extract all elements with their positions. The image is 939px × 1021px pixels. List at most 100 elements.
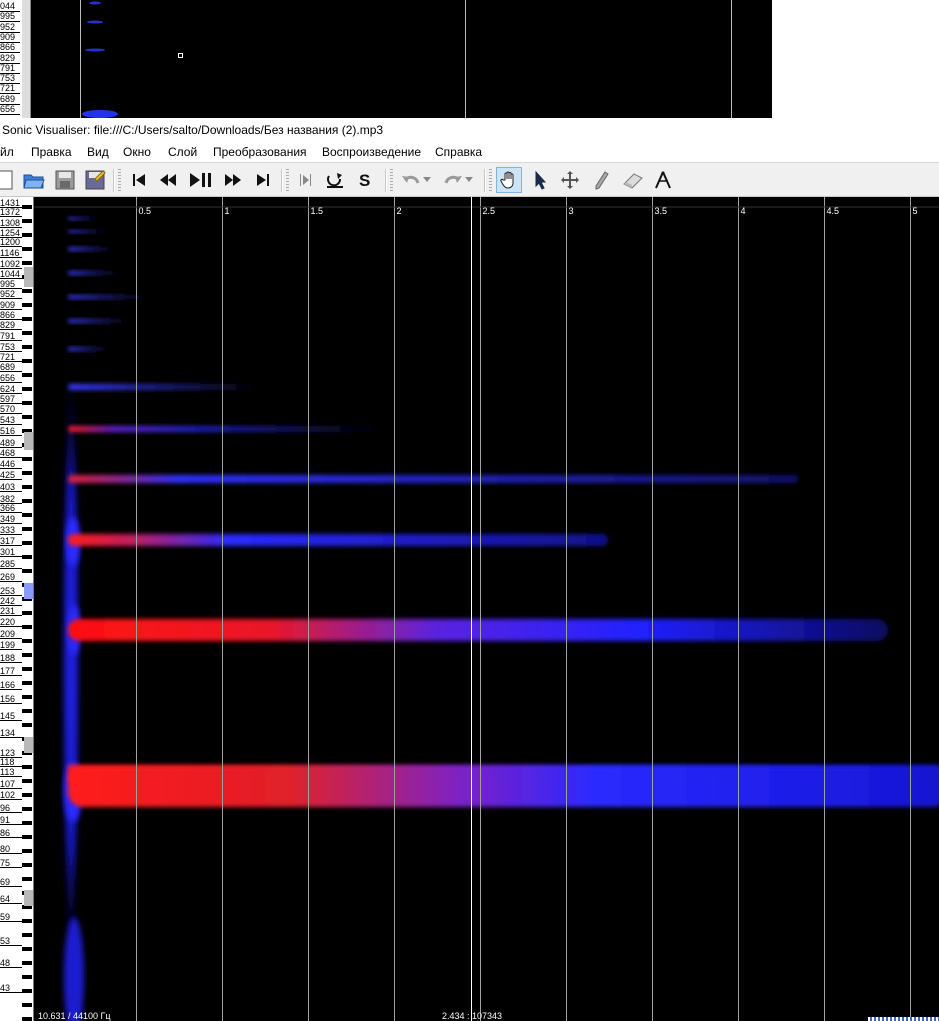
frequency-tick xyxy=(0,413,22,415)
measure-icon[interactable] xyxy=(650,167,676,193)
move-icon[interactable] xyxy=(557,167,583,193)
rewind-start-icon[interactable] xyxy=(126,167,152,193)
piano-key xyxy=(22,793,32,797)
save-session-icon[interactable] xyxy=(82,167,108,193)
frequency-tick xyxy=(0,648,22,650)
menu-window[interactable]: Окно xyxy=(123,142,151,162)
piano-key xyxy=(22,345,32,349)
piano-key xyxy=(22,625,32,629)
piano-key xyxy=(22,219,32,223)
piano-key xyxy=(22,303,32,307)
frequency-scale[interactable]: 1431 1372 1308 1254 1200 1146 1092 1044 995 952 90… xyxy=(0,197,34,1021)
toolbar-grip[interactable] xyxy=(118,169,121,192)
piano-key xyxy=(22,639,32,643)
overview-scrollbar[interactable] xyxy=(868,1017,939,1021)
frequency-tick xyxy=(0,675,22,677)
piano-key xyxy=(22,947,32,951)
frequency-tick xyxy=(0,490,22,492)
rewind-icon[interactable] xyxy=(155,167,181,193)
redo-menu-icon[interactable] xyxy=(462,167,476,193)
time-label: 4 xyxy=(740,206,746,216)
piano-key xyxy=(22,555,32,559)
menu-edit[interactable]: Правка xyxy=(31,142,72,162)
frequency-tick xyxy=(0,661,22,663)
piano-key xyxy=(22,457,32,461)
spectrogram-view[interactable]: 0.5 1 1.5 2 2.5 3 3.5 4 4.5 5 xyxy=(34,197,939,1021)
piano-key xyxy=(22,821,32,825)
menu-file[interactable]: йл xyxy=(0,142,14,162)
fast-forward-end-icon[interactable] xyxy=(250,167,276,193)
solo-icon[interactable]: S xyxy=(354,167,380,193)
play-pause-icon[interactable] xyxy=(188,167,214,193)
piano-key xyxy=(22,317,32,321)
scale-highlight xyxy=(24,737,33,753)
piano-key xyxy=(22,387,32,391)
frequency-tick xyxy=(0,615,22,617)
piano-key xyxy=(22,415,32,419)
undo-menu-icon[interactable] xyxy=(420,167,434,193)
piano-key xyxy=(22,667,32,671)
save-icon[interactable] xyxy=(52,167,78,193)
status-frequency-readout: 10.631 / 44100 Гц xyxy=(38,1011,111,1021)
piano-key xyxy=(22,695,32,699)
draw-pencil-icon[interactable] xyxy=(588,167,614,193)
selection-marker xyxy=(178,53,183,58)
piano-key xyxy=(22,527,32,531)
piano-key xyxy=(22,373,32,377)
frequency-tick xyxy=(0,867,22,869)
frequency-tick xyxy=(0,852,22,854)
spectrogram-pane[interactable]: 1431 1372 1308 1254 1200 1146 1092 1044 995 952 90… xyxy=(0,197,939,1021)
piano-key xyxy=(22,541,32,545)
frequency-tick xyxy=(0,435,22,437)
frequency-tick xyxy=(0,339,22,341)
time-gridlines xyxy=(34,197,939,1021)
menu-transform[interactable]: Преобразования xyxy=(213,142,307,162)
piano-key xyxy=(22,653,32,657)
piano-key xyxy=(22,611,32,615)
new-file-icon[interactable] xyxy=(0,167,20,193)
frequency-tick xyxy=(0,992,22,993)
time-label: 2 xyxy=(396,206,402,216)
frequency-tick xyxy=(0,370,22,372)
spectrogram-fragment xyxy=(82,1,118,118)
toolbar-grip[interactable] xyxy=(390,169,393,192)
toolbar-grip[interactable] xyxy=(286,169,289,192)
navigate-hand-icon[interactable] xyxy=(496,167,522,193)
piano-key xyxy=(22,807,32,811)
toolbar-separator xyxy=(385,169,387,192)
piano-key xyxy=(22,709,32,713)
menu-playback[interactable]: Воспроизведение xyxy=(322,142,421,162)
frequency-tick xyxy=(0,824,22,826)
piano-key xyxy=(22,205,32,209)
frequency-tick xyxy=(0,967,22,969)
piano-key xyxy=(22,401,32,405)
frequency-tick xyxy=(0,478,22,480)
frequency-tick xyxy=(0,703,22,705)
menu-layer[interactable]: Слой xyxy=(168,142,197,162)
open-folder-icon[interactable] xyxy=(21,167,47,193)
frequency-tick xyxy=(0,719,22,721)
piano-key xyxy=(22,877,32,881)
piano-key xyxy=(22,779,32,783)
piano-key xyxy=(22,723,32,727)
frequency-tick xyxy=(0,556,22,558)
piano-key xyxy=(22,1017,32,1021)
erase-icon[interactable] xyxy=(620,167,646,193)
menu-view[interactable]: Вид xyxy=(87,142,109,162)
loop-playback-icon[interactable] xyxy=(322,167,348,193)
frequency-tick xyxy=(0,689,22,691)
frequency-tick xyxy=(0,581,22,583)
menu-help[interactable]: Справка xyxy=(435,142,482,162)
frequency-tick xyxy=(0,787,22,789)
time-label: 1 xyxy=(224,206,230,216)
frequency-tick xyxy=(0,637,22,639)
toolbar-separator xyxy=(113,169,115,192)
previous-pane-fragment: 044 995 952 909 866 829 791 753 721 689 656 xyxy=(0,0,772,118)
piano-key xyxy=(22,289,32,293)
toolbar-grip[interactable] xyxy=(489,169,492,192)
scale-highlight xyxy=(24,267,33,287)
fast-forward-icon[interactable] xyxy=(220,167,246,193)
select-arrow-icon[interactable] xyxy=(527,167,553,193)
frequency-tick xyxy=(0,381,22,383)
constrain-playback-icon[interactable] xyxy=(293,167,319,193)
